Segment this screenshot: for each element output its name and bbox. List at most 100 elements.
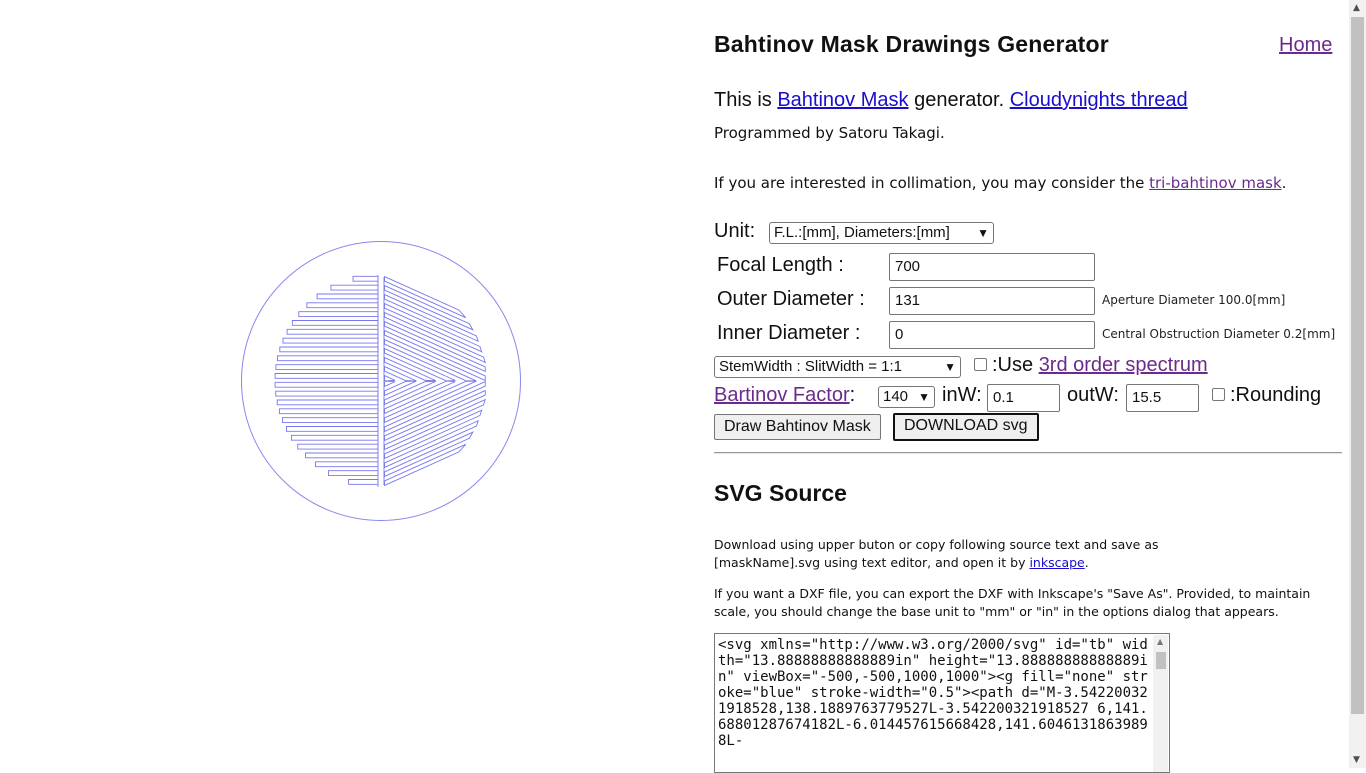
use-3rd-order-label: :Use	[992, 354, 1039, 376]
bahtinov-mask-link[interactable]: Bahtinov Mask	[777, 89, 908, 111]
generator-panel: Bahtinov Mask Drawings Generator Home Th…	[714, 0, 1344, 773]
stem-slit-select-value: StemWidth : SlitWidth = 1:1	[719, 358, 902, 375]
page-title: Bahtinov Mask Drawings Generator	[714, 31, 1109, 57]
scroll-down-arrow-icon[interactable]: ▼	[1353, 755, 1360, 765]
intro-line: This is Bahtinov Mask generator. Cloudyn…	[714, 89, 1188, 112]
outer-diameter-label: Outer Diameter :	[717, 288, 865, 310]
unit-select-value: F.L.:[mm], Diameters:[mm]	[774, 224, 950, 241]
horizontal-slit	[277, 355, 379, 362]
central-obstruction-note: Central Obstruction Diameter 0.2[mm]	[1102, 327, 1336, 341]
outw-input[interactable]: 15.5	[1126, 384, 1199, 412]
scroll-up-arrow-icon[interactable]: ▲	[1157, 637, 1163, 646]
diagonal-slit	[384, 293, 479, 343]
bartinov-factor-value: 140	[883, 388, 909, 405]
diagonal-slit	[384, 338, 477, 382]
horizontal-slit	[276, 399, 379, 406]
diagonal-slit	[384, 419, 479, 469]
page-scrollbar[interactable]: ▲ ▼	[1349, 0, 1366, 768]
bartinov-factor-colon: :	[849, 384, 856, 406]
inner-diameter-input[interactable]: 0	[889, 321, 1095, 349]
horizontal-slit	[291, 434, 379, 441]
horizontal-slit	[352, 275, 379, 282]
download-instructions-text: Download using upper buton or copy follo…	[714, 537, 1159, 570]
download-instructions-suffix: .	[1084, 555, 1089, 570]
diagonal-slit	[384, 275, 467, 319]
home-link[interactable]: Home	[1279, 34, 1332, 57]
use-3rd-order-checkbox[interactable]	[974, 358, 987, 371]
intro-prefix: This is	[714, 89, 778, 111]
chevron-down-icon: ▼	[977, 226, 989, 240]
horizontal-slit	[275, 364, 379, 370]
diagonal-slit	[384, 380, 477, 424]
divider	[714, 452, 1342, 454]
horizontal-slit	[314, 461, 379, 468]
inner-diameter-label: Inner Diameter :	[717, 322, 861, 344]
diagonal-slit	[384, 380, 436, 406]
horizontal-slit	[282, 417, 379, 423]
third-order-spectrum-link[interactable]: 3rd order spectrum	[1039, 354, 1208, 376]
horizontal-slit	[306, 302, 379, 309]
horizontal-slit	[286, 426, 379, 432]
bahtinov-mask-drawing	[241, 241, 521, 521]
outer-ring	[241, 241, 521, 521]
svg-source-heading: SVG Source	[714, 480, 847, 506]
mask-preview-pane	[0, 0, 700, 768]
svg-source-text: <svg xmlns="http://www.w3.org/2000/svg" …	[718, 637, 1148, 749]
horizontal-slit	[298, 311, 379, 317]
horizontal-slit	[282, 337, 379, 344]
chevron-down-icon: ▼	[944, 360, 956, 374]
page-scroll-thumb[interactable]	[1351, 17, 1364, 714]
center-stem	[377, 275, 385, 487]
textarea-scroll-thumb[interactable]	[1156, 652, 1166, 669]
diagonal-slit	[384, 356, 436, 382]
focal-length-input[interactable]: 700	[889, 253, 1095, 281]
horizontal-slit	[316, 293, 379, 300]
collimation-prefix: If you are interested in collimation, yo…	[714, 174, 1150, 192]
tri-bahtinov-link[interactable]: tri-bahtinov mask	[1149, 174, 1282, 192]
aperture-diameter-note: Aperture Diameter 100.0[mm]	[1102, 293, 1286, 307]
diagonal-slit	[384, 380, 396, 388]
inw-label: inW:	[942, 384, 982, 406]
textarea-scrollbar[interactable]: ▲	[1153, 635, 1168, 772]
bartinov-factor-select[interactable]: 140 ▼	[878, 386, 935, 408]
horizontal-slit	[286, 328, 379, 335]
stem-slit-ratio-select[interactable]: StemWidth : SlitWidth = 1:1 ▼	[714, 356, 961, 378]
svg-source-textarea[interactable]: <svg xmlns="http://www.w3.org/2000/svg" …	[714, 633, 1170, 773]
scroll-up-arrow-icon[interactable]: ▲	[1353, 3, 1360, 13]
horizontal-slit	[305, 452, 379, 459]
horizontal-slit	[348, 479, 379, 485]
cloudynights-thread-link[interactable]: Cloudynights thread	[1010, 89, 1188, 111]
diagonal-slit	[384, 380, 417, 397]
diagonal-slit	[384, 443, 467, 487]
outw-label: outW:	[1067, 384, 1119, 406]
bartinov-factor-row: Bartinov Factor:	[714, 384, 855, 407]
horizontal-slit	[274, 381, 379, 388]
focal-length-label: Focal Length :	[717, 254, 844, 276]
download-svg-button[interactable]: DOWNLOAD svg	[893, 413, 1039, 441]
unit-select[interactable]: F.L.:[mm], Diameters:[mm] ▼	[769, 222, 994, 244]
horizontal-slit	[328, 470, 379, 476]
bartinov-factor-link[interactable]: Bartinov Factor	[714, 384, 850, 406]
horizontal-slit	[275, 390, 379, 397]
horizontal-slit	[330, 284, 379, 291]
horizontal-slit	[291, 320, 379, 326]
draw-bahtinov-mask-button[interactable]: Draw Bahtinov Mask	[714, 414, 881, 440]
rounding-checkbox[interactable]	[1212, 388, 1225, 401]
intro-middle: generator.	[908, 89, 1010, 111]
collimation-line: If you are interested in collimation, yo…	[714, 174, 1286, 192]
mask-slits	[274, 275, 486, 487]
download-instructions: Download using upper buton or copy follo…	[714, 536, 1164, 572]
rounding-label: :Rounding	[1230, 384, 1322, 406]
inkscape-link[interactable]: inkscape	[1029, 555, 1084, 570]
programmed-by-text: Programmed by Satoru Takagi.	[714, 124, 945, 142]
horizontal-slit	[274, 373, 379, 379]
horizontal-slit	[297, 443, 379, 450]
diagonal-slit	[384, 374, 396, 382]
diagonal-slit	[384, 365, 417, 382]
horizontal-slit	[278, 408, 379, 415]
collimation-suffix: .	[1281, 174, 1287, 192]
outer-diameter-input[interactable]: 131	[889, 287, 1095, 315]
use-3rd-order-row: :Use 3rd order spectrum	[992, 354, 1208, 377]
inw-input[interactable]: 0.1	[987, 384, 1060, 412]
dxf-instructions: If you want a DXF file, you can export t…	[714, 586, 1311, 619]
